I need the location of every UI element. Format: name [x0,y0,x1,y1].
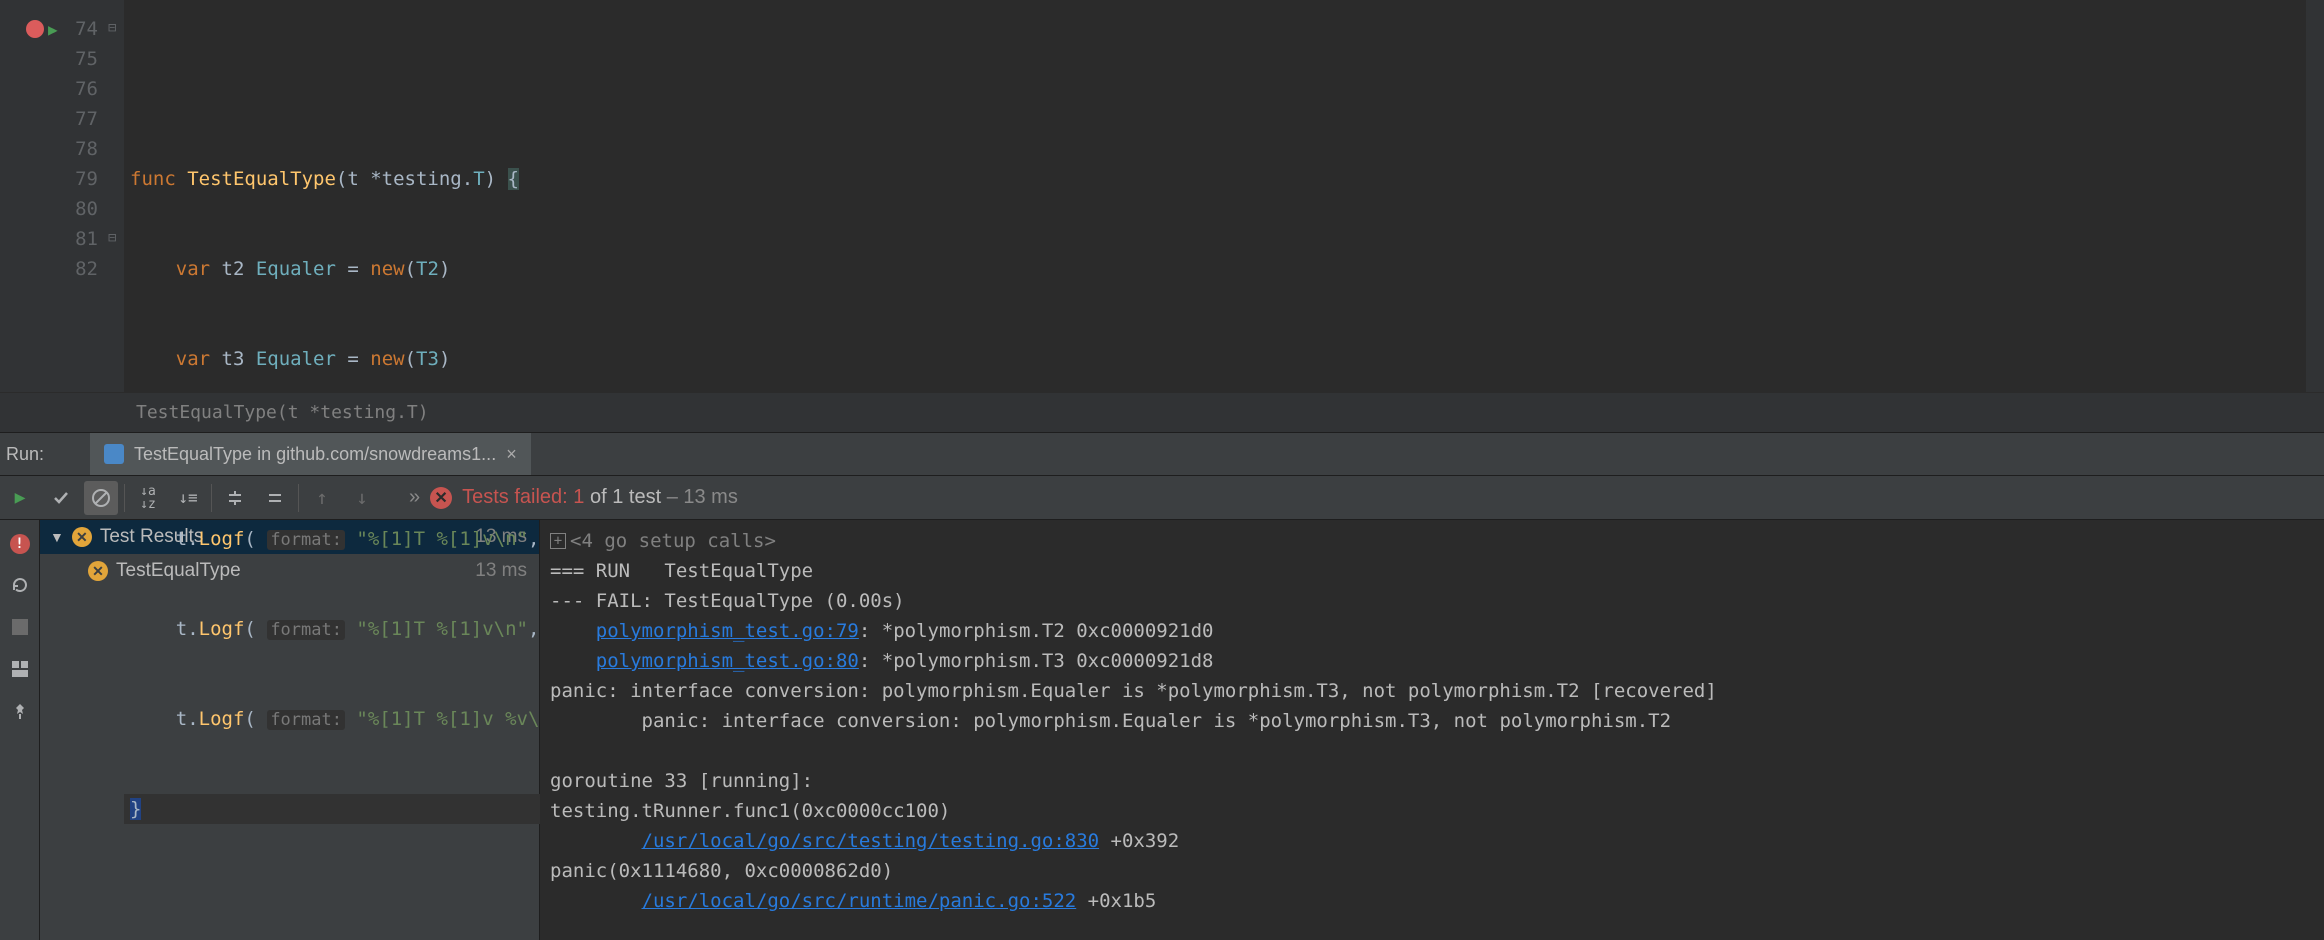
string: "%[1]T %[1]v %v\n" [345,708,562,730]
type: T2 [416,258,439,280]
console-line: panic: interface conversion: polymorphis… [550,710,1671,732]
paren: ) [439,348,450,370]
show-ignored-icon[interactable] [84,481,118,515]
keyword: func [130,168,187,190]
file-link[interactable]: /usr/local/go/src/runtime/panic.go:522 [642,890,1077,912]
console-line: panic(0x1114680, 0xc0000862d0) [550,860,893,882]
line-number: 76 [60,74,98,104]
code-text: ) [485,168,508,190]
type: Equaler [256,258,348,280]
code-text: (t *testing. [336,168,473,190]
layout-icon[interactable] [9,658,31,680]
console-line: === RUN TestEqualType [550,560,813,582]
line-number-gutter: 74 75 76 77 78 79 80 81 82 [60,0,106,392]
line-number: 78 [60,134,98,164]
string: "%[1]T %[1]v\n" [345,528,528,550]
console-line: +0x392 [1099,830,1179,852]
fold-close-icon[interactable]: ⊟ [108,230,116,246]
string: "%[1]T %[1]v\n" [345,618,528,640]
console-folded-text: <4 go setup calls> [570,530,776,552]
func-name: TestEqualType [187,168,336,190]
collapse-arrow-icon[interactable]: ▼ [50,529,64,545]
param-hint: format: [267,620,345,640]
identifier: t2 [222,258,256,280]
line-number: 81 [60,224,98,254]
run-test-gutter-icon[interactable]: ▶ [48,20,58,39]
paren: ( [244,708,267,730]
file-link[interactable]: polymorphism_test.go:79 [596,620,859,642]
paren: ( [244,618,267,640]
identifier: t3 [222,348,256,370]
brace: { [508,168,519,190]
keyword: new [370,348,404,370]
file-link[interactable]: /usr/local/go/src/testing/testing.go:830 [642,830,1100,852]
line-number: 75 [60,44,98,74]
show-passed-icon[interactable] [44,481,78,515]
method: Logf [199,708,245,730]
console-output[interactable]: +<4 go setup calls> === RUN TestEqualTyp… [540,520,2324,940]
code-text: t. [176,708,199,730]
param-hint: format: [267,710,345,730]
gutter-icons: ▶ [0,0,60,392]
line-number: 77 [60,104,98,134]
op: = [347,258,370,280]
line-number: 74 [60,14,98,44]
console-line: +0x1b5 [1076,890,1156,912]
code-text: t. [176,528,199,550]
fold-expand-icon[interactable]: + [550,533,566,549]
line-number: 79 [60,164,98,194]
code-area[interactable]: func TestEqualType(t *testing.T) { var t… [124,0,2306,392]
type: Equaler [256,348,348,370]
paren: ( [405,258,416,280]
brace: } [130,798,141,820]
console-line: : *polymorphism.T3 0xc0000921d8 [859,650,1214,672]
rerun-failed-icon[interactable] [9,574,31,596]
console-line: : *polymorphism.T2 0xc0000921d0 [859,620,1214,642]
editor-right-strip [2306,0,2324,392]
code-text: t. [176,618,199,640]
method: Logf [199,618,245,640]
paren: ( [244,528,267,550]
paren: ) [439,258,450,280]
fail-status-icon: ✕ [88,561,108,581]
type: T3 [416,348,439,370]
run-label: Run: [0,444,90,465]
breakpoint-icon[interactable] [26,20,44,38]
console-line: goroutine 33 [running]: [550,770,813,792]
problems-icon[interactable]: ! [10,534,30,554]
fail-status-icon: ✕ [72,527,92,547]
line-number: 82 [60,254,98,284]
paren: ( [405,348,416,370]
console-line: testing.tRunner.func1(0xc0000cc100) [550,800,950,822]
fold-gutter: ⊟ ⊟ [106,0,124,392]
console-line: panic: interface conversion: polymorphis… [550,680,1717,702]
op: = [347,348,370,370]
pin-icon[interactable] [9,700,31,722]
type: T [473,168,484,190]
file-link[interactable]: polymorphism_test.go:80 [596,650,859,672]
stop-icon[interactable] [9,616,31,638]
line-number: 80 [60,194,98,224]
rerun-icon[interactable]: ▶ [15,487,26,508]
keyword: var [176,348,222,370]
param-hint: format: [267,530,345,550]
fold-open-icon[interactable]: ⊟ [108,20,116,36]
keyword: var [176,258,222,280]
keyword: new [370,258,404,280]
code-editor: ▶ 74 75 76 77 78 79 80 81 82 ⊟ ⊟ func Te… [0,0,2324,392]
left-tool-rail: ! [0,520,40,940]
console-line: --- FAIL: TestEqualType (0.00s) [550,590,905,612]
go-test-icon [104,444,124,464]
method: Logf [199,528,245,550]
